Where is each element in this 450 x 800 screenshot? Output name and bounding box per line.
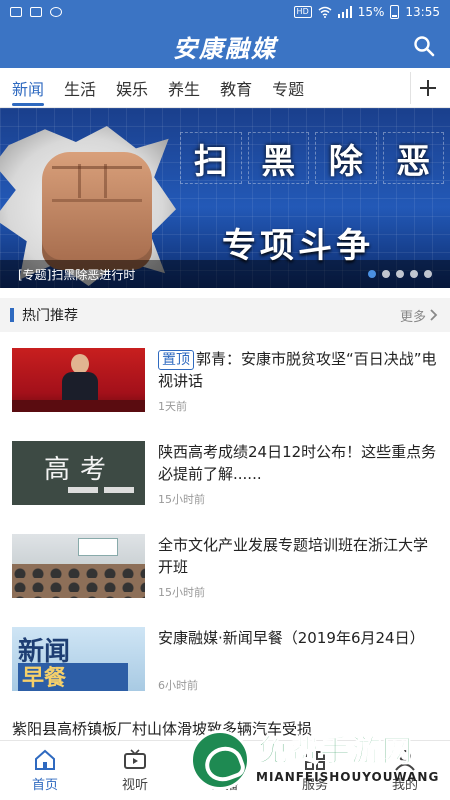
plus-icon	[419, 80, 436, 96]
section-header: 热门推荐 更多	[0, 298, 450, 332]
add-tab-button[interactable]	[410, 72, 444, 104]
news-time: 6小时前	[158, 679, 198, 692]
pinned-badge: 置顶	[158, 350, 194, 370]
news-thumbnail	[12, 348, 145, 412]
tab-health[interactable]: 养生	[160, 68, 208, 108]
news-item[interactable]: 置顶 郭青：安康市脱贫攻坚“百日决战”电视讲话 1天前	[0, 348, 450, 438]
tab-news[interactable]: 新闻	[4, 68, 52, 108]
home-icon	[35, 749, 55, 770]
category-tabs: 新闻 生活 娱乐 养生 教育 专题	[0, 68, 450, 108]
live-icon	[216, 750, 234, 769]
hd-indicator: HD	[293, 6, 312, 18]
carousel-dot[interactable]	[396, 270, 404, 278]
nav-profile[interactable]: 我的	[360, 741, 450, 800]
nav-label: 首页	[31, 777, 58, 793]
tab-education[interactable]: 教育	[212, 68, 260, 108]
banner-char: 除	[315, 132, 377, 184]
nav-label: 我的	[391, 777, 418, 793]
audience-shape	[12, 564, 145, 598]
app-header: 安康融媒	[0, 24, 450, 68]
banner-caption-bar: [专题]扫黑除恶进行时	[0, 260, 450, 288]
battery-percent: 15%	[357, 5, 385, 19]
fist-icon	[42, 152, 152, 270]
section-accent-bar	[10, 308, 14, 322]
banner-carousel[interactable]: 扫 黑 除 恶 专项斗争 [专题]扫黑除恶进行时	[0, 108, 450, 288]
status-right-icons: HD 15% 13:55	[293, 5, 440, 19]
news-time: 15小时前	[158, 586, 205, 599]
carousel-dot[interactable]	[410, 270, 418, 278]
status-left-icons	[10, 7, 62, 17]
carousel-dot[interactable]	[382, 270, 390, 278]
news-item[interactable]: 新闻 早餐 安康融媒·新闻早餐（2019年6月24日） 6小时前	[0, 627, 450, 717]
gallery-notification-icon	[10, 7, 22, 17]
banner-char: 扫	[180, 132, 242, 184]
nav-video[interactable]: 视听	[90, 741, 180, 800]
app-notification-icon	[50, 7, 62, 17]
nav-label: 视听	[121, 777, 148, 793]
projector-screen	[78, 538, 118, 556]
banner-char: 恶	[382, 132, 444, 184]
tab-entertainment[interactable]: 娱乐	[108, 68, 156, 108]
chevron-right-icon	[430, 309, 438, 321]
news-time: 1天前	[158, 400, 187, 413]
news-title: 全市文化产业发展专题培训班在浙江大学开班	[158, 536, 429, 576]
battery-icon	[390, 5, 400, 19]
news-title: 安康融媒·新闻早餐（2019年6月24日）	[158, 629, 425, 647]
carousel-dots	[368, 270, 432, 278]
tab-life[interactable]: 生活	[56, 68, 104, 108]
service-icon	[305, 750, 325, 770]
more-label: 更多	[399, 309, 426, 325]
user-icon	[395, 749, 415, 771]
nav-live[interactable]: 直播	[180, 741, 270, 800]
carousel-dot[interactable]	[424, 270, 432, 278]
banner-caption: [专题]扫黑除恶进行时	[18, 267, 136, 282]
news-title-text: 郭青：安康市脱贫攻坚“百日决战”电视讲话	[158, 350, 437, 390]
chalk-shape	[68, 487, 98, 493]
nav-home[interactable]: 首页	[0, 741, 90, 800]
banner-headline: 扫 黑 除 恶	[180, 132, 444, 184]
desk-shape	[12, 400, 145, 412]
thumbnail-text: 高考	[44, 455, 117, 485]
nav-label: 服务	[301, 777, 328, 793]
video-icon	[124, 748, 146, 769]
search-icon[interactable]	[412, 34, 436, 58]
more-link[interactable]: 更多	[400, 306, 438, 325]
news-title: 置顶 郭青：安康市脱贫攻坚“百日决战”电视讲话	[158, 348, 438, 392]
tab-special[interactable]: 专题	[264, 68, 312, 108]
carousel-dot[interactable]	[368, 270, 376, 278]
news-title[interactable]: 紫阳县高桥镇板厂村山体滑坡致多辆汽车受损	[12, 718, 442, 739]
checkbox-notification-icon	[30, 7, 42, 17]
thumbnail-text: 早餐	[18, 663, 128, 691]
news-thumbnail: 高考	[12, 441, 145, 505]
news-item[interactable]: 全市文化产业发展专题培训班在浙江大学开班 15小时前	[0, 534, 450, 624]
status-bar: HD 15% 13:55	[0, 0, 450, 24]
section-title: 热门推荐	[22, 308, 78, 324]
nav-service[interactable]: 服务	[270, 741, 360, 800]
news-time: 15小时前	[158, 493, 205, 506]
news-title: 陕西高考成绩24日12时公布！这些重点务必提前了解......	[158, 443, 437, 483]
bottom-navigation: 首页 视听 直播 服务 我的	[0, 740, 450, 800]
news-thumbnail	[12, 534, 145, 598]
clock: 13:55	[405, 5, 440, 19]
signal-icon	[337, 6, 352, 18]
banner-char: 黑	[247, 132, 309, 184]
news-thumbnail: 新闻 早餐	[12, 627, 145, 691]
app-title: 安康融媒	[173, 33, 277, 63]
wifi-icon	[318, 6, 332, 18]
news-item[interactable]: 高考 陕西高考成绩24日12时公布！这些重点务必提前了解...... 15小时前	[0, 441, 450, 531]
nav-label: 直播	[211, 777, 238, 793]
